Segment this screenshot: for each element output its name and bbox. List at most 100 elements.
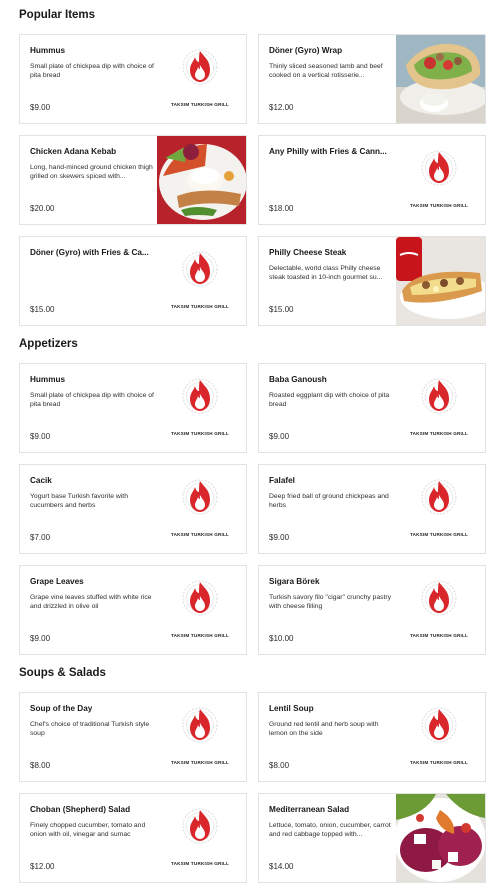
item-name: Mediterranean Salad bbox=[269, 805, 350, 814]
item-price: $18.00 bbox=[269, 204, 294, 213]
item-name: Grape Leaves bbox=[30, 577, 84, 586]
item-price: $9.00 bbox=[30, 103, 51, 112]
item-description: Thinly sliced seasoned lamb and beef coo… bbox=[269, 63, 383, 80]
menu-item-card[interactable]: Döner (Gyro) with Fries & Ca... $15.00 T… bbox=[19, 236, 247, 326]
flame-logo-icon bbox=[182, 378, 218, 414]
flame-logo-icon bbox=[421, 479, 457, 515]
brand-text: TAKSIM TURKISH GRILL bbox=[409, 431, 468, 436]
menu-item-card[interactable]: Soup of the Day Chef's choice of traditi… bbox=[19, 692, 247, 782]
item-description: Grape vine leaves stuffed with white ric… bbox=[30, 594, 152, 611]
brand-text: TAKSIM TURKISH GRILL bbox=[170, 431, 229, 436]
item-description: Ground red lentil and herb soup with lem… bbox=[269, 721, 379, 738]
item-name: Sigara Börek bbox=[269, 577, 320, 586]
flame-logo-icon bbox=[182, 251, 218, 287]
item-name: Döner (Gyro) Wrap bbox=[269, 46, 343, 55]
item-description: Small plate of chickpea dip with choice … bbox=[30, 392, 154, 409]
brand-text: TAKSIM TURKISH GRILL bbox=[409, 760, 468, 765]
menu-item-card[interactable]: Any Philly with Fries & Cann... $18.00 T… bbox=[258, 135, 486, 225]
item-name: Chicken Adana Kebab bbox=[30, 147, 117, 156]
restaurant-logo: TAKSIM TURKISH GRILL bbox=[162, 574, 238, 646]
brand-text: TAKSIM TURKISH GRILL bbox=[170, 304, 229, 309]
restaurant-logo: TAKSIM TURKISH GRILL bbox=[401, 574, 477, 646]
restaurant-logo: TAKSIM TURKISH GRILL bbox=[162, 802, 238, 874]
item-description: Lettuce, tomato, onion, cucumber, carrot… bbox=[269, 822, 391, 839]
item-price: $8.00 bbox=[269, 761, 290, 770]
restaurant-logo: TAKSIM TURKISH GRILL bbox=[401, 144, 477, 216]
item-price: $12.00 bbox=[30, 862, 55, 871]
flame-logo-icon bbox=[182, 479, 218, 515]
item-name: Choban (Shepherd) Salad bbox=[30, 805, 131, 814]
brand-text: TAKSIM TURKISH GRILL bbox=[170, 633, 229, 638]
menu-item-card[interactable]: Falafel Deep fried ball of ground chickp… bbox=[258, 464, 486, 554]
menu-item-card[interactable]: Grape Leaves Grape vine leaves stuffed w… bbox=[19, 565, 247, 655]
restaurant-logo: TAKSIM TURKISH GRILL bbox=[401, 372, 477, 444]
item-name: Falafel bbox=[269, 476, 295, 485]
section-title-popular: Popular Items bbox=[19, 9, 96, 21]
restaurant-logo: TAKSIM TURKISH GRILL bbox=[162, 473, 238, 545]
item-name: Cacik bbox=[30, 476, 52, 485]
item-description: Roasted eggplant dip with choice of pita… bbox=[269, 392, 390, 409]
item-description: Small plate of chickpea dip with choice … bbox=[30, 63, 154, 80]
item-price: $20.00 bbox=[30, 204, 55, 213]
item-name: Lentil Soup bbox=[269, 704, 314, 713]
restaurant-logo: TAKSIM TURKISH GRILL bbox=[162, 43, 238, 115]
kebab-photo bbox=[157, 136, 246, 224]
menu-item-card[interactable]: Chicken Adana Kebab Long, hand-minced gr… bbox=[19, 135, 247, 225]
section-title-appetizers: Appetizers bbox=[19, 338, 78, 350]
item-price: $12.00 bbox=[269, 103, 294, 112]
item-name: Philly Cheese Steak bbox=[269, 248, 347, 257]
wrap-photo bbox=[396, 35, 485, 123]
flame-logo-icon bbox=[182, 808, 218, 844]
item-description: Deep fried ball of ground chickpeas and … bbox=[269, 493, 389, 510]
item-price: $9.00 bbox=[30, 634, 51, 643]
item-price: $9.00 bbox=[30, 432, 51, 441]
item-price: $14.00 bbox=[269, 862, 294, 871]
brand-text: TAKSIM TURKISH GRILL bbox=[409, 633, 468, 638]
item-description: Chef's choice of traditional Turkish sty… bbox=[30, 721, 150, 738]
menu-item-card[interactable]: Mediterranean Salad Lettuce, tomato, oni… bbox=[258, 793, 486, 883]
menu-item-card[interactable]: Hummus Small plate of chickpea dip with … bbox=[19, 34, 247, 124]
item-name: Hummus bbox=[30, 375, 66, 384]
item-price: $10.00 bbox=[269, 634, 294, 643]
restaurant-logo: TAKSIM TURKISH GRILL bbox=[162, 245, 238, 317]
flame-logo-icon bbox=[421, 580, 457, 616]
philly-photo bbox=[396, 237, 485, 325]
item-description: Turkish savory filo "cigar" crunchy past… bbox=[269, 594, 392, 611]
flame-logo-icon bbox=[182, 49, 218, 85]
restaurant-logo: TAKSIM TURKISH GRILL bbox=[162, 372, 238, 444]
brand-text: TAKSIM TURKISH GRILL bbox=[170, 102, 229, 107]
brand-text: TAKSIM TURKISH GRILL bbox=[170, 861, 229, 866]
menu-item-card[interactable]: Philly Cheese Steak Delectable, world cl… bbox=[258, 236, 486, 326]
flame-logo-icon bbox=[182, 580, 218, 616]
flame-logo-icon bbox=[421, 707, 457, 743]
brand-text: TAKSIM TURKISH GRILL bbox=[170, 760, 229, 765]
menu-item-card[interactable]: Lentil Soup Ground red lentil and herb s… bbox=[258, 692, 486, 782]
menu-item-card[interactable]: Hummus Small plate of chickpea dip with … bbox=[19, 363, 247, 453]
item-name: Döner (Gyro) with Fries & Ca... bbox=[30, 248, 149, 257]
restaurant-logo: TAKSIM TURKISH GRILL bbox=[401, 473, 477, 545]
section-title-soups-salads: Soups & Salads bbox=[19, 667, 106, 679]
salad-photo bbox=[396, 794, 485, 882]
menu-item-card[interactable]: Döner (Gyro) Wrap Thinly sliced seasoned… bbox=[258, 34, 486, 124]
menu-item-card[interactable]: Cacik Yogurt base Turkish favorite with … bbox=[19, 464, 247, 554]
item-name: Hummus bbox=[30, 46, 66, 55]
brand-text: TAKSIM TURKISH GRILL bbox=[409, 203, 468, 208]
brand-text: TAKSIM TURKISH GRILL bbox=[170, 532, 229, 537]
restaurant-logo: TAKSIM TURKISH GRILL bbox=[401, 701, 477, 773]
menu-item-card[interactable]: Baba Ganoush Roasted eggplant dip with c… bbox=[258, 363, 486, 453]
item-price: $15.00 bbox=[269, 305, 294, 314]
restaurant-logo: TAKSIM TURKISH GRILL bbox=[162, 701, 238, 773]
brand-text: TAKSIM TURKISH GRILL bbox=[409, 532, 468, 537]
item-price: $9.00 bbox=[269, 533, 290, 542]
item-description: Finely chopped cucumber, tomato and onio… bbox=[30, 822, 146, 839]
menu-item-card[interactable]: Sigara Börek Turkish savory filo "cigar"… bbox=[258, 565, 486, 655]
flame-logo-icon bbox=[421, 378, 457, 414]
item-description: Delectable, world class Philly cheese st… bbox=[269, 265, 383, 282]
flame-logo-icon bbox=[421, 150, 457, 186]
item-description: Long, hand-minced ground chicken thigh g… bbox=[30, 164, 153, 181]
menu-item-card[interactable]: Choban (Shepherd) Salad Finely chopped c… bbox=[19, 793, 247, 883]
item-price: $8.00 bbox=[30, 761, 51, 770]
flame-logo-icon bbox=[182, 707, 218, 743]
item-name: Any Philly with Fries & Cann... bbox=[269, 147, 387, 156]
item-price: $7.00 bbox=[30, 533, 51, 542]
